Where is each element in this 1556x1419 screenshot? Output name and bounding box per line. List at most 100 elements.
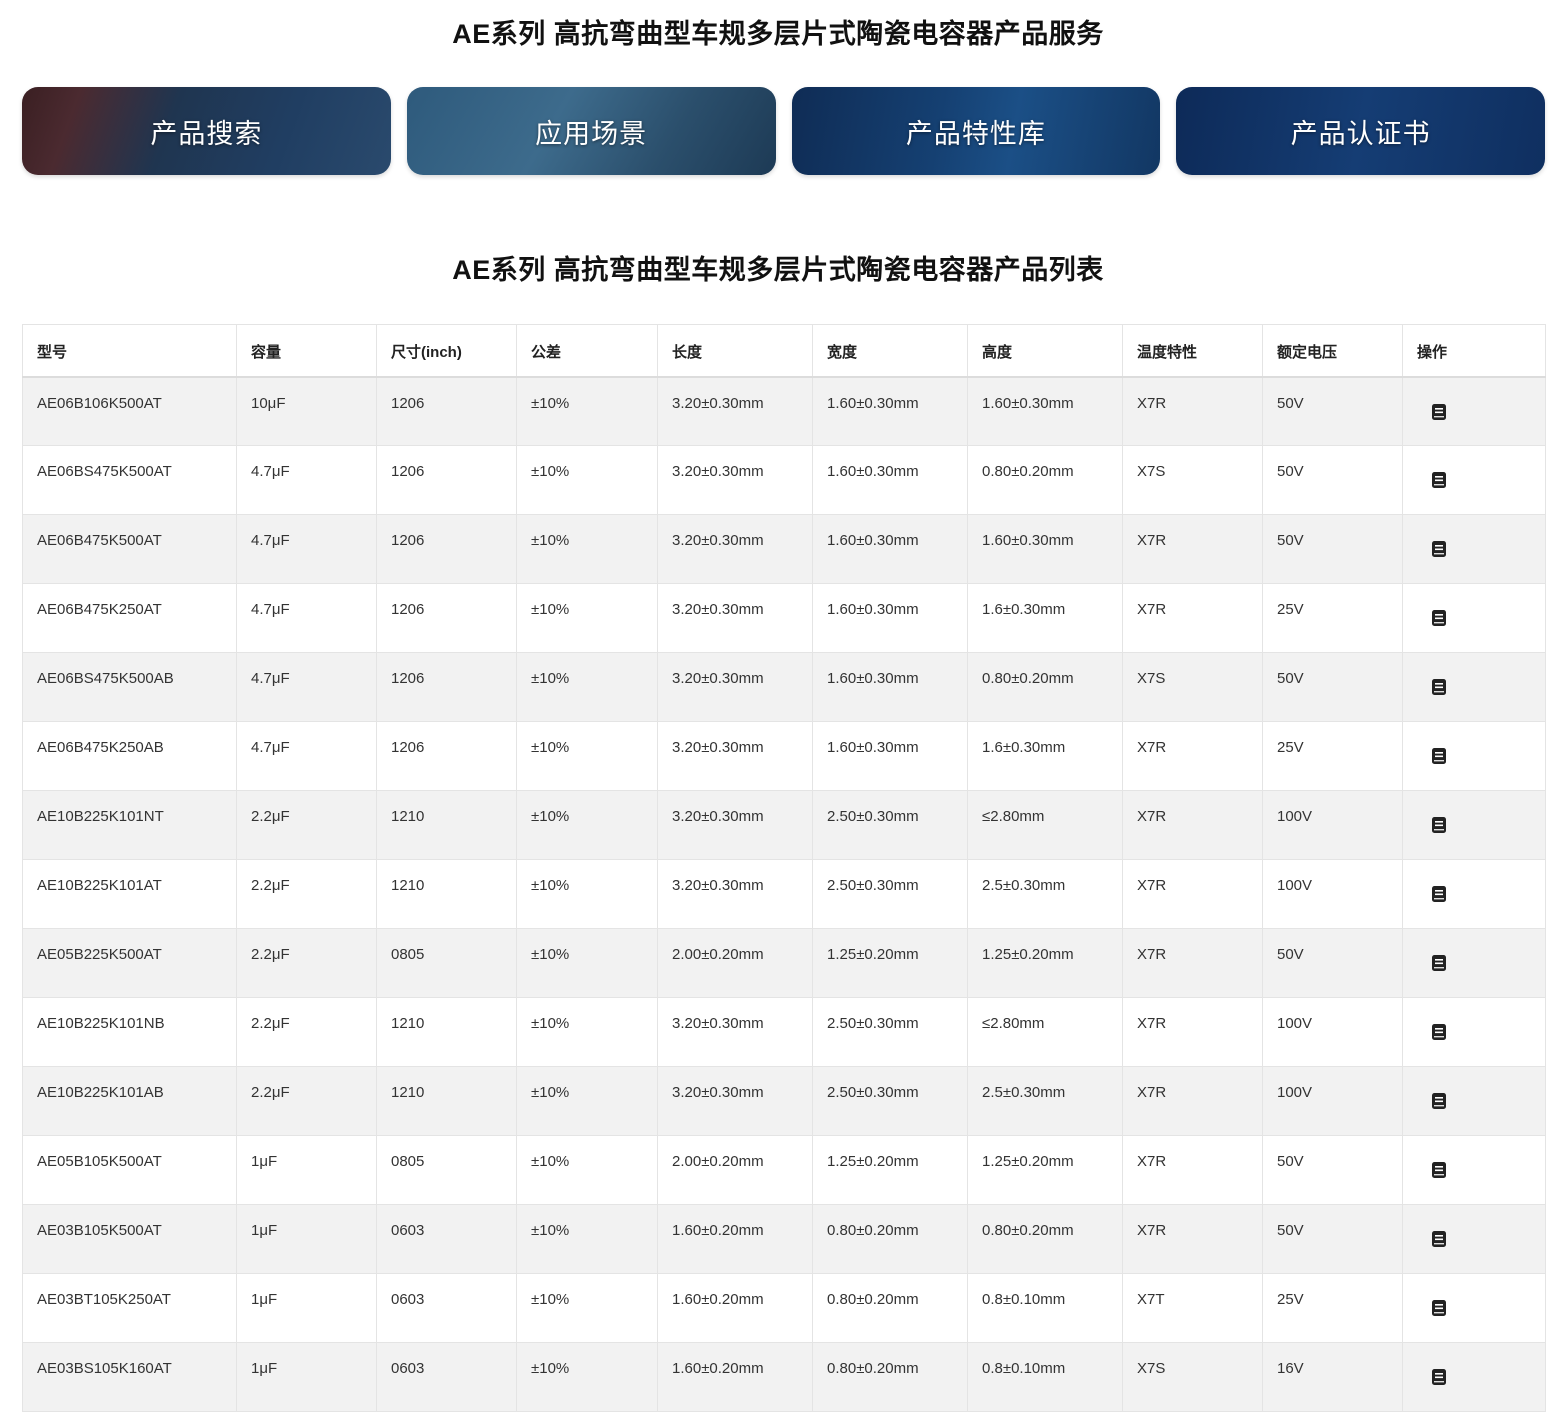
cell-height: ≤2.80mm (967, 790, 1123, 860)
cell-height: 1.25±0.20mm (967, 928, 1123, 998)
cell-size: 1210 (376, 1066, 517, 1136)
cell-size: 1206 (376, 652, 517, 722)
cell-action (1402, 859, 1546, 929)
cell-tolerance: ±10% (516, 721, 658, 791)
cell-size: 1206 (376, 721, 517, 791)
cell-rated-voltage: 50V (1262, 928, 1403, 998)
card-product-certificates[interactable]: 产品认证书 (1176, 87, 1545, 175)
document-icon[interactable] (1431, 540, 1447, 558)
cell-length: 1.60±0.20mm (657, 1204, 813, 1274)
cell-rated-voltage: 100V (1262, 1066, 1403, 1136)
cell-capacitance: 1μF (236, 1273, 377, 1343)
document-icon[interactable] (1431, 1368, 1447, 1386)
cell-capacitance: 4.7μF (236, 652, 377, 722)
cell-length: 3.20±0.30mm (657, 652, 813, 722)
document-icon[interactable] (1431, 1299, 1447, 1317)
cell-action (1402, 1066, 1546, 1136)
cell-height: 1.25±0.20mm (967, 1135, 1123, 1205)
document-icon[interactable] (1431, 885, 1447, 903)
cell-capacitance: 2.2μF (236, 1066, 377, 1136)
cell-tolerance: ±10% (516, 928, 658, 998)
cell-tolerance: ±10% (516, 1204, 658, 1274)
cell-rated-voltage: 50V (1262, 652, 1403, 722)
cell-size: 1206 (376, 376, 517, 446)
cell-height: ≤2.80mm (967, 997, 1123, 1067)
table-row: AE05B225K500AT 2.2μF 0805 ±10% 2.00±0.20mm 1.… (22, 928, 1546, 998)
document-icon[interactable] (1431, 1230, 1447, 1248)
card-product-characteristics[interactable]: 产品特性库 (791, 87, 1161, 175)
cell-rated-voltage: 50V (1262, 376, 1403, 446)
cell-model: AE05B225K500AT (22, 928, 237, 998)
cell-capacitance: 2.2μF (236, 997, 377, 1067)
cell-action (1402, 583, 1546, 653)
cell-size: 0805 (376, 928, 517, 998)
cell-capacitance: 1μF (236, 1342, 377, 1412)
card-application-scenarios[interactable]: 应用场景 (406, 87, 776, 175)
cell-width: 1.60±0.30mm (812, 376, 968, 446)
cell-length: 3.20±0.30mm (657, 859, 813, 929)
cell-model: AE06B475K250AB (22, 721, 237, 791)
cell-action (1402, 790, 1546, 860)
cell-size: 1206 (376, 583, 517, 653)
column-header-size: 尺寸(inch) (376, 324, 517, 378)
card-product-search[interactable]: 产品搜索 (22, 87, 391, 175)
document-icon[interactable] (1431, 403, 1447, 421)
cell-width: 0.80±0.20mm (812, 1342, 968, 1412)
cell-model: AE10B225K101NB (22, 997, 237, 1067)
cell-temp-char: X7R (1122, 376, 1263, 446)
document-icon[interactable] (1431, 471, 1447, 489)
cell-temp-char: X7S (1122, 652, 1263, 722)
document-icon[interactable] (1431, 678, 1447, 696)
cell-action (1402, 997, 1546, 1067)
document-icon[interactable] (1431, 747, 1447, 765)
cell-rated-voltage: 50V (1262, 514, 1403, 584)
document-icon[interactable] (1431, 609, 1447, 627)
cell-model: AE03BT105K250AT (22, 1273, 237, 1343)
cell-size: 0603 (376, 1273, 517, 1343)
cell-model: AE06B475K500AT (22, 514, 237, 584)
cell-temp-char: X7R (1122, 1135, 1263, 1205)
cell-width: 1.60±0.30mm (812, 445, 968, 515)
cell-length: 1.60±0.20mm (657, 1273, 813, 1343)
cell-height: 2.5±0.30mm (967, 859, 1123, 929)
cell-size: 1206 (376, 445, 517, 515)
cell-height: 2.5±0.30mm (967, 1066, 1123, 1136)
cell-tolerance: ±10% (516, 445, 658, 515)
cell-model: AE10B225K101AB (22, 1066, 237, 1136)
cell-temp-char: X7R (1122, 1204, 1263, 1274)
cell-capacitance: 1μF (236, 1204, 377, 1274)
cell-width: 0.80±0.20mm (812, 1273, 968, 1343)
cell-capacitance: 2.2μF (236, 859, 377, 929)
cell-temp-char: X7R (1122, 928, 1263, 998)
cell-model: AE03BS105K160AT (22, 1342, 237, 1412)
cell-tolerance: ±10% (516, 1066, 658, 1136)
cell-tolerance: ±10% (516, 376, 658, 446)
table-body: AE06B106K500AT 10μF 1206 ±10% 3.20±0.30mm 1.6… (22, 376, 1546, 1412)
document-icon[interactable] (1431, 1161, 1447, 1179)
document-icon[interactable] (1431, 1092, 1447, 1110)
document-icon[interactable] (1431, 816, 1447, 834)
cell-action (1402, 376, 1546, 446)
cell-temp-char: X7S (1122, 1342, 1263, 1412)
service-section-title: AE系列 高抗弯曲型车规多层片式陶瓷电容器产品服务 (452, 19, 1104, 49)
cell-temp-char: X7T (1122, 1273, 1263, 1343)
cell-size: 1206 (376, 514, 517, 584)
document-icon[interactable] (1431, 954, 1447, 972)
column-header-length: 长度 (657, 324, 813, 378)
card-label: 产品特性库 (905, 118, 1046, 149)
table-row: AE10B225K101AT 2.2μF 1210 ±10% 3.20±0.30mm 2.… (22, 859, 1546, 929)
card-label: 应用场景 (535, 118, 648, 149)
cell-model: AE06B106K500AT (22, 376, 237, 446)
cell-action (1402, 721, 1546, 791)
column-header-rated-voltage: 额定电压 (1262, 324, 1403, 378)
cell-length: 2.00±0.20mm (657, 1135, 813, 1205)
document-icon[interactable] (1431, 1023, 1447, 1041)
cell-model: AE06B475K250AT (22, 583, 237, 653)
cell-length: 3.20±0.30mm (657, 997, 813, 1067)
column-header-temp-char: 温度特性 (1122, 324, 1263, 378)
cell-rated-voltage: 100V (1262, 790, 1403, 860)
cell-capacitance: 2.2μF (236, 928, 377, 998)
cell-capacitance: 2.2μF (236, 790, 377, 860)
cell-width: 1.25±0.20mm (812, 928, 968, 998)
column-header-width: 宽度 (812, 324, 968, 378)
